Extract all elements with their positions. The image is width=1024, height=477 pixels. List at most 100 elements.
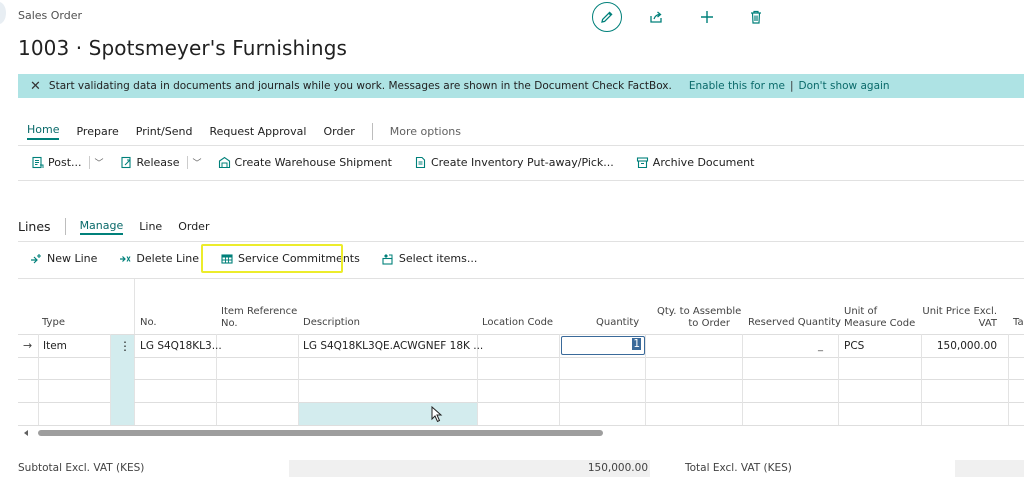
delete-icon bbox=[751, 10, 761, 24]
select-items-icon bbox=[382, 253, 393, 265]
lines-header: Lines Manage Line Order bbox=[18, 218, 225, 235]
new-button[interactable] bbox=[692, 2, 722, 32]
header-qty-to-assemble[interactable]: Qty. to Assemble bbox=[657, 306, 741, 317]
row1-quantity: 1 bbox=[632, 338, 641, 350]
action-menu: Home Prepare Print/Send Request Approval… bbox=[27, 123, 461, 140]
home-actions: Post... ﹀ Release ﹀ Create Warehouse Shi… bbox=[31, 156, 776, 169]
archive-label: Archive Document bbox=[652, 156, 755, 169]
row-divider bbox=[18, 334, 1024, 335]
delete-line-label: Delete Line bbox=[136, 252, 199, 265]
menu-prepare[interactable]: Prepare bbox=[76, 125, 118, 138]
release-button[interactable]: Release ﹀ bbox=[120, 156, 202, 169]
subtotal-value: 150,000.00 bbox=[587, 462, 648, 474]
column-divider bbox=[134, 279, 135, 426]
select-items-label: Select items... bbox=[398, 252, 478, 265]
scroll-left-icon[interactable] bbox=[22, 429, 30, 437]
post-label: Post... bbox=[48, 156, 82, 169]
enable-link[interactable]: Enable this for me bbox=[689, 80, 785, 92]
dont-show-again-link[interactable]: Don't show again bbox=[798, 80, 889, 92]
release-label: Release bbox=[136, 156, 180, 169]
tab-line[interactable]: Line bbox=[139, 220, 162, 233]
row1-description[interactable]: LG S4Q18KL3QE.ACWGNEF 18K ... bbox=[303, 340, 483, 352]
delete-line-button[interactable]: Delete Line bbox=[119, 252, 199, 265]
warehouse-shipment-label: Create Warehouse Shipment bbox=[234, 156, 392, 169]
new-line-button[interactable]: New Line bbox=[30, 252, 97, 265]
actions-divider-line bbox=[18, 180, 1024, 181]
mouse-cursor-icon bbox=[431, 406, 443, 423]
row-divider bbox=[18, 402, 1024, 403]
banner-message: Start validating data in documents and j… bbox=[48, 80, 672, 92]
row1-no[interactable]: LG S4Q18KL3... bbox=[140, 340, 222, 352]
tab-order[interactable]: Order bbox=[178, 220, 209, 233]
more-options-button[interactable]: More options bbox=[390, 125, 461, 138]
document-icon bbox=[415, 156, 426, 169]
share-button[interactable] bbox=[641, 2, 671, 32]
tab-manage[interactable]: Manage bbox=[79, 219, 124, 235]
header-tax[interactable]: Tax bbox=[1013, 317, 1024, 328]
cell-divider bbox=[1008, 334, 1009, 425]
row-divider bbox=[18, 425, 1024, 426]
horizontal-scrollbar[interactable] bbox=[18, 428, 1024, 438]
new-line-label: New Line bbox=[47, 252, 98, 265]
scrollbar-thumb[interactable] bbox=[38, 430, 603, 436]
delete-line-icon bbox=[120, 255, 131, 262]
chevron-down-icon[interactable]: ﹀ bbox=[88, 156, 104, 169]
inventory-putaway-label: Create Inventory Put-away/Pick... bbox=[430, 156, 614, 169]
header-item-reference[interactable]: Item Reference bbox=[221, 306, 297, 317]
header-item-reference-line2: No. bbox=[221, 318, 238, 329]
page-title: 1003 · Spotsmeyer's Furnishings bbox=[18, 36, 348, 60]
row-divider bbox=[18, 379, 1024, 380]
create-inventory-putaway-button[interactable]: Create Inventory Put-away/Pick... bbox=[414, 156, 614, 169]
header-qty-to-assemble-line2: to Order bbox=[688, 318, 730, 329]
post-button[interactable]: Post... ﹀ bbox=[31, 156, 104, 169]
edit-icon bbox=[601, 11, 613, 23]
subtotal-label: Subtotal Excl. VAT (KES) bbox=[18, 462, 145, 474]
chevron-down-icon[interactable]: ﹀ bbox=[186, 156, 202, 169]
row1-reserved[interactable]: _ bbox=[818, 341, 823, 352]
header-location-code[interactable]: Location Code bbox=[482, 317, 553, 328]
plus-icon bbox=[701, 11, 713, 23]
header-no[interactable]: No. bbox=[140, 317, 157, 328]
banner-separator: | bbox=[789, 80, 794, 92]
post-icon bbox=[32, 156, 44, 169]
header-unit-of-measure-line2: Measure Code bbox=[844, 318, 916, 329]
cell-divider bbox=[921, 334, 922, 425]
archive-document-button[interactable]: Archive Document bbox=[636, 156, 755, 169]
cell-divider bbox=[742, 334, 743, 425]
menu-print-send[interactable]: Print/Send bbox=[136, 125, 193, 138]
row1-uom[interactable]: PCS bbox=[844, 340, 864, 352]
header-reserved-quantity[interactable]: Reserved Quantity bbox=[748, 317, 841, 328]
focused-description-cell[interactable] bbox=[299, 403, 477, 425]
close-icon[interactable]: ✕ bbox=[30, 79, 41, 94]
row-menu-icon[interactable]: ⋮ bbox=[119, 339, 131, 353]
new-line-icon bbox=[31, 253, 41, 263]
total-field bbox=[955, 460, 1024, 477]
delete-button[interactable] bbox=[741, 2, 771, 32]
header-type[interactable]: Type bbox=[42, 317, 65, 328]
header-quantity[interactable]: Quantity bbox=[596, 317, 639, 328]
row-arrow-icon: → bbox=[23, 339, 33, 352]
header-description[interactable]: Description bbox=[303, 317, 360, 328]
menu-order[interactable]: Order bbox=[323, 125, 354, 138]
row1-unit-price[interactable]: 150,000.00 bbox=[924, 340, 997, 352]
cell-divider bbox=[559, 334, 560, 425]
cell-divider bbox=[38, 334, 39, 425]
menu-divider-line bbox=[18, 145, 1024, 146]
share-icon bbox=[650, 11, 662, 23]
menu-divider bbox=[371, 123, 373, 140]
release-icon bbox=[120, 156, 131, 169]
row1-type[interactable]: Item bbox=[43, 340, 67, 352]
header-unit-price-line2: VAT bbox=[978, 318, 997, 329]
create-warehouse-shipment-button[interactable]: Create Warehouse Shipment bbox=[218, 156, 392, 169]
warehouse-icon bbox=[218, 156, 230, 169]
select-items-button[interactable]: Select items... bbox=[382, 252, 478, 265]
total-label: Total Excl. VAT (KES) bbox=[685, 462, 792, 474]
menu-request-approval[interactable]: Request Approval bbox=[209, 125, 306, 138]
cell-divider bbox=[838, 334, 839, 425]
header-unit-price[interactable]: Unit Price Excl. bbox=[918, 306, 997, 317]
menu-home[interactable]: Home bbox=[27, 123, 60, 140]
totals-section: Subtotal Excl. VAT (KES) 150,000.00 Tota… bbox=[18, 460, 1024, 477]
header-unit-of-measure[interactable]: Unit of bbox=[844, 306, 877, 317]
edit-button[interactable] bbox=[592, 2, 622, 32]
quantity-input[interactable]: 1 bbox=[561, 336, 645, 355]
